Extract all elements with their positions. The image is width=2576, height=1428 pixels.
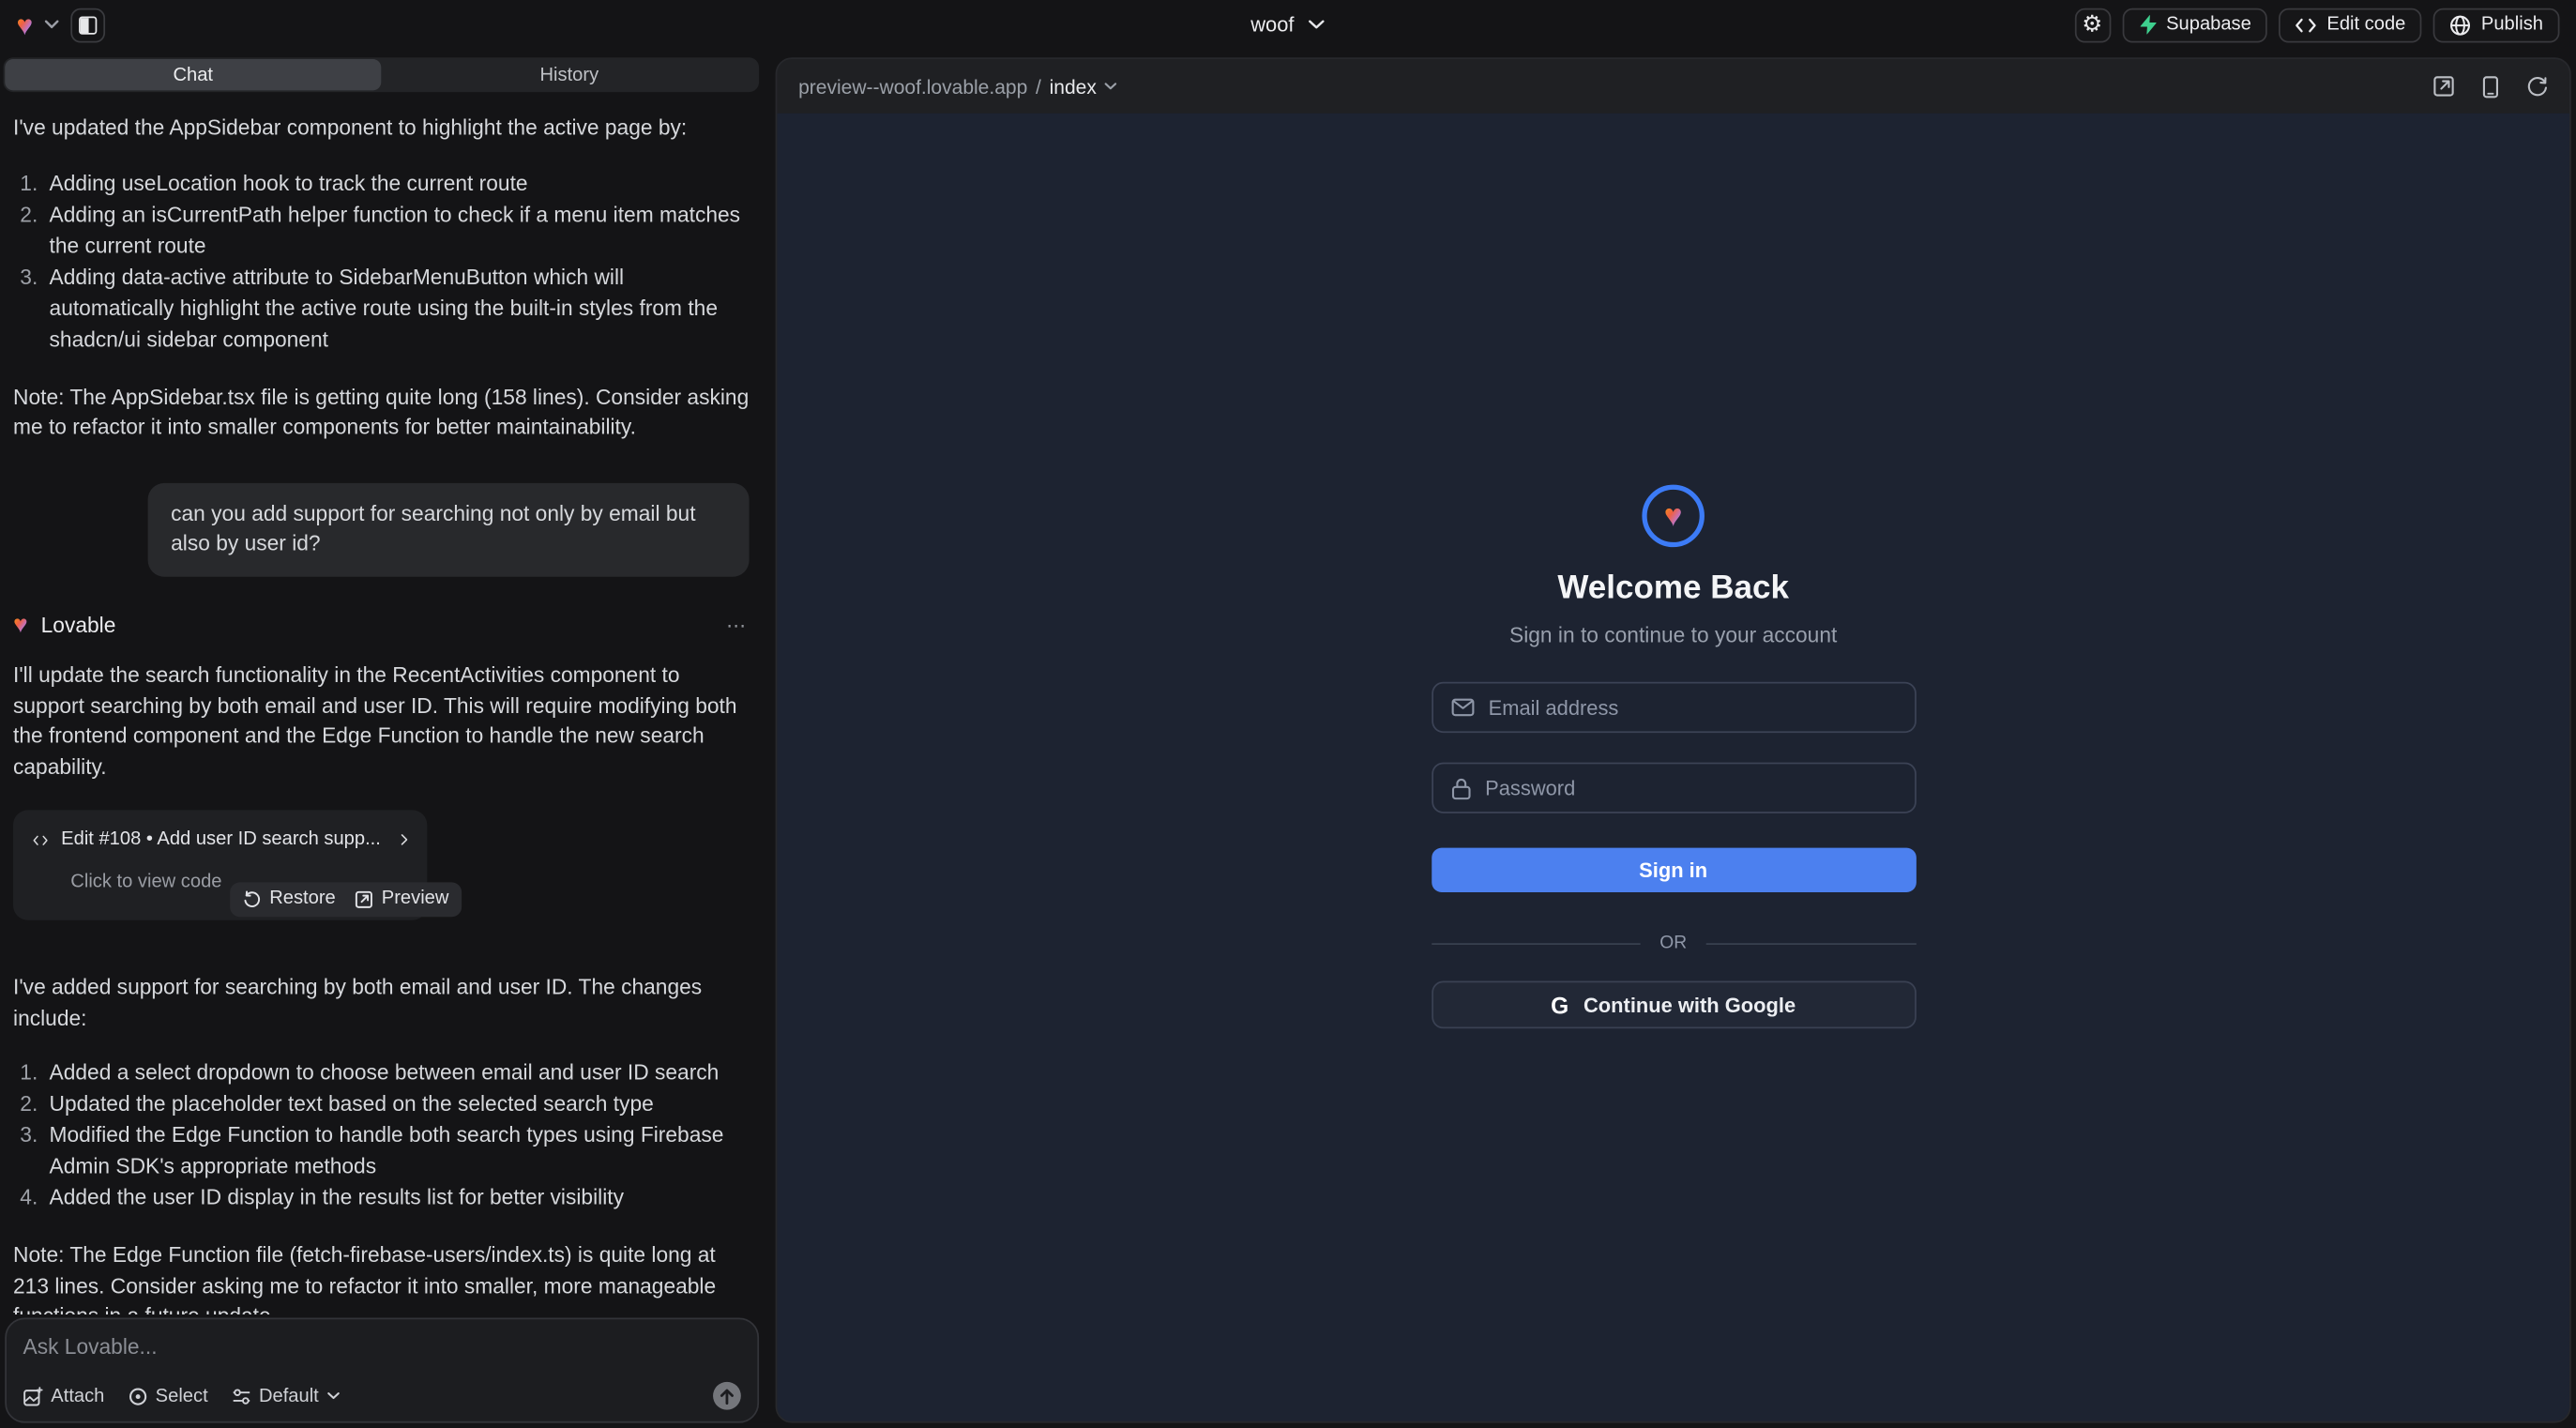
composer[interactable]: Ask Lovable... Attach Se [5,1318,759,1423]
mail-icon [1450,698,1474,716]
supabase-button[interactable]: Supabase [2122,8,2268,42]
top-bar: ♥ woof ⚙ Supabase [0,0,2576,50]
preview-page: index [1050,75,1097,99]
assistant-name: Lovable [41,611,116,641]
mobile-view-button[interactable] [2482,75,2499,99]
chat-history-tabs: Chat History [4,57,760,92]
lock-icon [1450,776,1470,799]
list-item: 3. Adding data-active attribute to Sideb… [13,261,750,355]
restore-button[interactable]: Restore [243,885,336,915]
chevron-down-icon [1105,83,1118,91]
attach-button[interactable]: Attach [23,1386,105,1405]
password-placeholder: Password [1485,776,1575,799]
supabase-icon [2138,15,2156,35]
sliders-icon [231,1386,250,1405]
list-item: 1. Adding useLocation hook to track the … [13,167,750,198]
preview-button[interactable]: Preview [356,885,449,915]
preview-url[interactable]: preview--woof.lovable.app / index [798,75,1118,99]
assistant-paragraph: I've added support for searching by both… [13,973,750,1034]
target-icon [128,1386,147,1405]
edit-code-label: Edit code [2326,15,2405,35]
page-subtitle: Sign in to continue to your account [1509,623,1837,647]
assistant-list: 1. Adding useLocation hook to track the … [13,167,750,355]
signin-form: ♥ Welcome Back Sign in to continue to yo… [1431,485,1916,1029]
tab-history[interactable]: History [381,59,757,90]
list-item: 1. Added a select dropdown to choose bet… [13,1056,750,1087]
gear-icon: ⚙ [2082,11,2102,38]
assistant-list: 1. Added a select dropdown to choose bet… [13,1056,750,1212]
open-in-new-tab-button[interactable] [2433,76,2455,98]
restore-icon [243,890,261,908]
model-selector[interactable]: Default [231,1386,340,1405]
toggle-sidebar-button[interactable] [70,8,105,42]
code-icon [2296,17,2317,32]
app-logo: ♥ [1642,485,1705,548]
external-link-icon [356,890,373,908]
chevron-down-icon[interactable] [44,20,59,30]
project-name: woof [1250,13,1294,37]
chat-messages: I've updated the AppSidebar component to… [0,92,763,1314]
mobile-icon [2482,75,2499,99]
more-options-icon[interactable]: ⋯ [726,611,750,641]
refresh-button[interactable] [2526,76,2548,98]
google-icon: G [1551,992,1568,1018]
assistant-header: ♥ Lovable ⋯ [13,611,750,641]
sign-in-button[interactable]: Sign in [1431,848,1916,892]
code-icon [33,832,48,847]
google-sign-in-button[interactable]: G Continue with Google [1431,981,1916,1029]
list-item: 2. Updated the placeholder text based on… [13,1087,750,1118]
app-preview: ♥ Welcome Back Sign in to continue to yo… [777,114,2569,1421]
refresh-icon [2526,76,2548,98]
edit-card-title: Edit #108 • Add user ID search supp... [61,825,381,855]
chat-panel: Chat History I've updated the AppSidebar… [0,50,763,1428]
edit-card-actions: Restore Preview [230,882,462,917]
edit-code-button[interactable]: Edit code [2280,8,2422,42]
chevron-down-icon [327,1391,341,1400]
external-link-icon [2433,76,2455,98]
heart-icon: ♥ [1664,500,1683,531]
password-field[interactable]: Password [1431,763,1916,813]
lovable-avatar-icon: ♥ [13,614,28,638]
attach-image-icon [23,1386,43,1405]
preview-header: preview--woof.lovable.app / index [777,59,2569,114]
assistant-paragraph: I'll update the search functionality in … [13,661,750,782]
edit-card-wrapper: Edit #108 • Add user ID search supp... C… [13,810,427,919]
or-divider: OR [1431,934,1916,953]
chevron-right-icon [401,832,407,849]
or-label: OR [1659,934,1687,953]
assistant-paragraph: I've updated the AppSidebar component to… [13,114,750,144]
project-menu[interactable]: woof [1250,13,1326,37]
arrow-up-icon [720,1388,735,1405]
sidebar-panel-icon [79,16,97,34]
google-label: Continue with Google [1583,994,1796,1017]
assistant-note: Note: The Edge Function file (fetch-fire… [13,1240,750,1314]
globe-icon [2450,14,2472,36]
list-item: 2. Adding an isCurrentPath helper functi… [13,198,750,261]
select-element-button[interactable]: Select [128,1386,208,1405]
preview-panel: preview--woof.lovable.app / index [776,57,2571,1422]
send-button[interactable] [713,1382,741,1410]
page-title: Welcome Back [1557,570,1789,608]
supabase-label: Supabase [2166,15,2251,35]
assistant-note: Note: The AppSidebar.tsx file is getting… [13,382,750,443]
email-field[interactable]: Email address [1431,682,1916,733]
user-message: can you add support for searching not on… [148,482,750,576]
chevron-down-icon [1309,20,1326,30]
list-item: 4. Added the user ID display in the resu… [13,1181,750,1212]
lovable-logo-icon[interactable]: ♥ [17,10,34,38]
lovable-app: ♥ woof ⚙ Supabase [0,0,2576,1428]
publish-button[interactable]: Publish [2433,8,2559,42]
publish-label: Publish [2481,15,2543,35]
list-item: 3. Modified the Edge Function to handle … [13,1119,750,1182]
preview-host: preview--woof.lovable.app [798,75,1027,99]
chat-input[interactable]: Ask Lovable... [23,1334,741,1359]
settings-button[interactable]: ⚙ [2074,8,2111,42]
email-placeholder: Email address [1489,696,1619,720]
tab-chat[interactable]: Chat [5,59,381,90]
